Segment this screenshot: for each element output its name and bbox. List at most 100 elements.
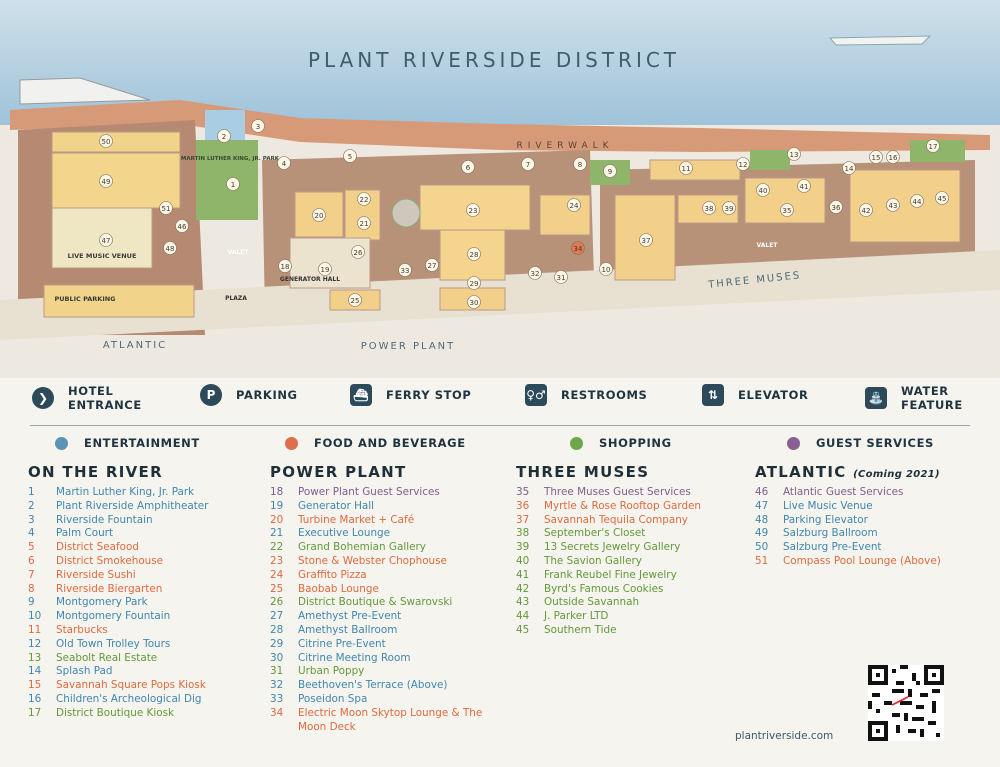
directory-item[interactable]: 18 Power Plant Guest Services: [270, 486, 488, 500]
directory-item[interactable]: 11 Starbucks: [28, 624, 208, 638]
map-marker-44[interactable]: 44: [910, 194, 924, 208]
directory-item[interactable]: 3 Riverside Fountain: [28, 514, 208, 528]
directory-item[interactable]: 22 Grand Bohemian Gallery: [270, 541, 488, 555]
map-marker-46[interactable]: 46: [175, 219, 189, 233]
directory-item[interactable]: 43 Outside Savannah: [516, 596, 701, 610]
map-marker-18[interactable]: 18: [278, 259, 292, 273]
map-marker-39[interactable]: 39: [722, 201, 736, 215]
map-marker-50[interactable]: 50: [99, 134, 113, 148]
map-marker-24[interactable]: 24: [567, 198, 581, 212]
map-marker-35[interactable]: 35: [780, 203, 794, 217]
map-marker-51[interactable]: 51: [159, 201, 173, 215]
map-marker-42[interactable]: 42: [859, 203, 873, 217]
directory-item[interactable]: 25 Baobab Lounge: [270, 583, 488, 597]
directory-item[interactable]: 16 Children's Archeological Dig: [28, 693, 208, 707]
directory-item[interactable]: 8 Riverside Biergarten: [28, 583, 208, 597]
directory-item[interactable]: 5 District Seafood: [28, 541, 208, 555]
directory-item[interactable]: 29 Citrine Pre-Event: [270, 638, 488, 652]
directory-item[interactable]: 31 Urban Poppy: [270, 665, 488, 679]
directory-item[interactable]: 47 Live Music Venue: [755, 500, 941, 514]
map-marker-43[interactable]: 43: [886, 198, 900, 212]
map-marker-10[interactable]: 10: [599, 262, 613, 276]
directory-item[interactable]: 40 The Savion Gallery: [516, 555, 701, 569]
directory-item[interactable]: 38 September's Closet: [516, 527, 701, 541]
directory-item[interactable]: 6 District Smokehouse: [28, 555, 208, 569]
map-marker-28[interactable]: 28: [467, 247, 481, 261]
directory-item[interactable]: 24 Graffito Pizza: [270, 569, 488, 583]
map-marker-33[interactable]: 33: [398, 263, 412, 277]
directory-item[interactable]: 27 Amethyst Pre-Event: [270, 610, 488, 624]
directory-item[interactable]: 35 Three Muses Guest Services: [516, 486, 701, 500]
map-marker-40[interactable]: 40: [756, 183, 770, 197]
directory-item[interactable]: 10 Montgomery Fountain: [28, 610, 208, 624]
qr-code[interactable]: [868, 665, 944, 741]
directory-item[interactable]: 14 Splash Pad: [28, 665, 208, 679]
map-marker-48[interactable]: 48: [163, 241, 177, 255]
map-marker-11[interactable]: 11: [679, 161, 693, 175]
directory-item[interactable]: 1 Martin Luther King, Jr. Park: [28, 486, 208, 500]
directory-item[interactable]: 23 Stone & Webster Chophouse: [270, 555, 488, 569]
directory-item[interactable]: 33 Poseidon Spa: [270, 693, 488, 707]
map-marker-37[interactable]: 37: [639, 233, 653, 247]
directory-item[interactable]: 2 Plant Riverside Amphitheater: [28, 500, 208, 514]
directory-item[interactable]: 45 Southern Tide: [516, 624, 701, 638]
directory-item[interactable]: 28 Amethyst Ballroom: [270, 624, 488, 638]
map-marker-47[interactable]: 47: [99, 233, 113, 247]
map-marker-5[interactable]: 5: [343, 149, 357, 163]
directory-item[interactable]: 26 District Boutique & Swarovski: [270, 596, 488, 610]
map-marker-7[interactable]: 7: [521, 157, 535, 171]
map-marker-20[interactable]: 20: [312, 208, 326, 222]
map-marker-38[interactable]: 38: [702, 201, 716, 215]
map-marker-14[interactable]: 14: [842, 161, 856, 175]
map-marker-6[interactable]: 6: [461, 160, 475, 174]
map-marker-25[interactable]: 25: [348, 293, 362, 307]
website-url[interactable]: plantriverside.com: [735, 730, 833, 742]
directory-item[interactable]: 7 Riverside Sushi: [28, 569, 208, 583]
map-marker-29[interactable]: 29: [467, 276, 481, 290]
map-marker-4[interactable]: 4: [277, 156, 291, 170]
directory-item[interactable]: 39 13 Secrets Jewelry Gallery: [516, 541, 701, 555]
directory-item[interactable]: 44 J. Parker LTD: [516, 610, 701, 624]
directory-item[interactable]: 32 Beethoven's Terrace (Above): [270, 679, 488, 693]
map-marker-21[interactable]: 21: [357, 216, 371, 230]
map-marker-22[interactable]: 22: [357, 192, 371, 206]
directory-item[interactable]: 15 Savannah Square Pops Kiosk: [28, 679, 208, 693]
directory-item[interactable]: 50 Salzburg Pre-Event: [755, 541, 941, 555]
directory-item[interactable]: 17 District Boutique Kiosk: [28, 707, 208, 721]
map-marker-8[interactable]: 8: [573, 157, 587, 171]
map-marker-26[interactable]: 26: [351, 245, 365, 259]
map-marker-45[interactable]: 45: [935, 191, 949, 205]
map-marker-30[interactable]: 30: [467, 295, 481, 309]
directory-item[interactable]: 9 Montgomery Park: [28, 596, 208, 610]
map-marker-23[interactable]: 23: [466, 203, 480, 217]
directory-item[interactable]: 21 Executive Lounge: [270, 527, 488, 541]
map-marker-19[interactable]: 19: [318, 262, 332, 276]
map-marker-2[interactable]: 2: [217, 129, 231, 143]
directory-item[interactable]: 19 Generator Hall: [270, 500, 488, 514]
map-marker-17[interactable]: 17: [926, 139, 940, 153]
directory-item[interactable]: 30 Citrine Meeting Room: [270, 652, 488, 666]
map-marker-9[interactable]: 9: [603, 164, 617, 178]
map-marker-12[interactable]: 12: [736, 157, 750, 171]
map-marker-31[interactable]: 31: [554, 270, 568, 284]
map-marker-3[interactable]: 3: [251, 119, 265, 133]
map-marker-16[interactable]: 16: [886, 150, 900, 164]
map-marker-49[interactable]: 49: [99, 174, 113, 188]
directory-item[interactable]: 13 Seabolt Real Estate: [28, 652, 208, 666]
directory-item[interactable]: 36 Myrtle & Rose Rooftop Garden: [516, 500, 701, 514]
directory-item[interactable]: 48 Parking Elevator: [755, 514, 941, 528]
map-marker-27[interactable]: 27: [425, 258, 439, 272]
map-marker-13[interactable]: 13: [787, 147, 801, 161]
map-marker-15[interactable]: 15: [869, 150, 883, 164]
directory-item[interactable]: 37 Savannah Tequila Company: [516, 514, 701, 528]
directory-item[interactable]: 20 Turbine Market + Café: [270, 514, 488, 528]
map-marker-1[interactable]: 1: [226, 177, 240, 191]
directory-item[interactable]: 49 Salzburg Ballroom: [755, 527, 941, 541]
map-marker-41[interactable]: 41: [797, 179, 811, 193]
directory-item[interactable]: 4 Palm Court: [28, 527, 208, 541]
directory-item[interactable]: 42 Byrd's Famous Cookies: [516, 583, 701, 597]
map-marker-36[interactable]: 36: [829, 200, 843, 214]
directory-item[interactable]: 46 Atlantic Guest Services: [755, 486, 941, 500]
map-marker-32[interactable]: 32: [528, 266, 542, 280]
directory-item[interactable]: 34 Electric Moon Skytop Lounge & The Moon…: [270, 707, 488, 735]
